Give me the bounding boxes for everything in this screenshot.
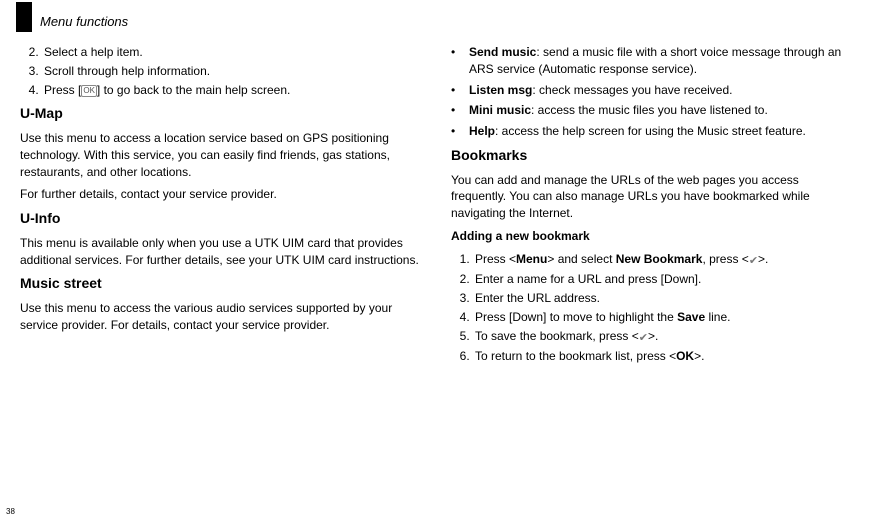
page-header: Menu functions xyxy=(40,14,128,29)
feature-desc: : access the help screen for using the M… xyxy=(495,124,806,138)
feature-desc: : check messages you have received. xyxy=(532,83,732,97)
step-text-prefix: Press [ xyxy=(44,83,81,97)
adding-bookmark-heading: Adding a new bookmark xyxy=(451,228,854,245)
bullet-icon: • xyxy=(451,102,469,119)
t: >. xyxy=(758,252,768,266)
bullet-icon: • xyxy=(451,44,469,78)
list-item: Press [OK] to go back to the main help s… xyxy=(42,82,423,99)
page-number: 38 xyxy=(6,507,15,516)
step-text: Scroll through help information. xyxy=(44,64,210,78)
t: >. xyxy=(694,349,704,363)
umap-paragraph-2: For further details, contact your servic… xyxy=(20,186,423,203)
menu-label: Menu xyxy=(516,252,547,266)
t: line. xyxy=(705,310,730,324)
t: >. xyxy=(648,329,658,343)
feature-term: Listen msg xyxy=(469,83,532,97)
t: Enter a name for a URL and press [Down]. xyxy=(475,272,701,286)
left-column: Select a help item. Scroll through help … xyxy=(20,44,423,371)
add-bookmark-steps: Press <Menu> and select New Bookmark, pr… xyxy=(451,251,854,365)
list-item: Press [Down] to move to highlight the Sa… xyxy=(473,309,854,326)
new-bookmark-label: New Bookmark xyxy=(616,252,703,266)
bullet-icon: • xyxy=(451,82,469,99)
t: Press [Down] to move to highlight the xyxy=(475,310,677,324)
header-accent-bar xyxy=(16,2,32,32)
check-icon: ✔ xyxy=(749,254,758,269)
feature-term: Mini music xyxy=(469,103,531,117)
step-text: Select a help item. xyxy=(44,45,143,59)
content-columns: Select a help item. Scroll through help … xyxy=(0,8,874,371)
bookmarks-heading: Bookmarks xyxy=(451,146,854,166)
feature-text: Help: access the help screen for using t… xyxy=(469,123,806,140)
feature-list: •Send music: send a music file with a sh… xyxy=(451,44,854,140)
list-item: Enter the URL address. xyxy=(473,290,854,307)
umap-heading: U-Map xyxy=(20,104,423,124)
list-item: Select a help item. xyxy=(42,44,423,61)
page: Menu functions Select a help item. Scrol… xyxy=(0,0,874,520)
list-item: Scroll through help information. xyxy=(42,63,423,80)
bullet-icon: • xyxy=(451,123,469,140)
help-steps-list: Select a help item. Scroll through help … xyxy=(20,44,423,98)
music-street-heading: Music street xyxy=(20,274,423,294)
list-item: Press <Menu> and select New Bookmark, pr… xyxy=(473,251,854,269)
step-text-suffix: ] to go back to the main help screen. xyxy=(97,83,290,97)
t: To save the bookmark, press < xyxy=(475,329,639,343)
list-item: •Listen msg: check messages you have rec… xyxy=(451,82,854,99)
t: , press < xyxy=(702,252,748,266)
check-icon: ✔ xyxy=(639,331,648,346)
list-item: •Mini music: access the music files you … xyxy=(451,102,854,119)
bookmarks-paragraph: You can add and manage the URLs of the w… xyxy=(451,172,854,222)
t: Press < xyxy=(475,252,516,266)
t: To return to the bookmark list, press < xyxy=(475,349,676,363)
save-label: Save xyxy=(677,310,705,324)
right-column: •Send music: send a music file with a sh… xyxy=(451,44,854,371)
list-item: •Help: access the help screen for using … xyxy=(451,123,854,140)
t: > and select xyxy=(547,252,615,266)
t: Enter the URL address. xyxy=(475,291,600,305)
list-item: To save the bookmark, press <✔>. xyxy=(473,328,854,346)
uinfo-heading: U-Info xyxy=(20,209,423,229)
ok-label: OK xyxy=(676,349,694,363)
list-item: Enter a name for a URL and press [Down]. xyxy=(473,271,854,288)
ok-key-icon: OK xyxy=(81,85,97,97)
feature-term: Send music xyxy=(469,45,536,59)
music-street-paragraph: Use this menu to access the various audi… xyxy=(20,300,423,334)
feature-text: Send music: send a music file with a sho… xyxy=(469,44,854,78)
umap-paragraph-1: Use this menu to access a location servi… xyxy=(20,130,423,180)
feature-text: Listen msg: check messages you have rece… xyxy=(469,82,732,99)
uinfo-paragraph: This menu is available only when you use… xyxy=(20,235,423,269)
feature-term: Help xyxy=(469,124,495,138)
list-item: •Send music: send a music file with a sh… xyxy=(451,44,854,78)
list-item: To return to the bookmark list, press <O… xyxy=(473,348,854,365)
feature-desc: : access the music files you have listen… xyxy=(531,103,768,117)
feature-text: Mini music: access the music files you h… xyxy=(469,102,768,119)
